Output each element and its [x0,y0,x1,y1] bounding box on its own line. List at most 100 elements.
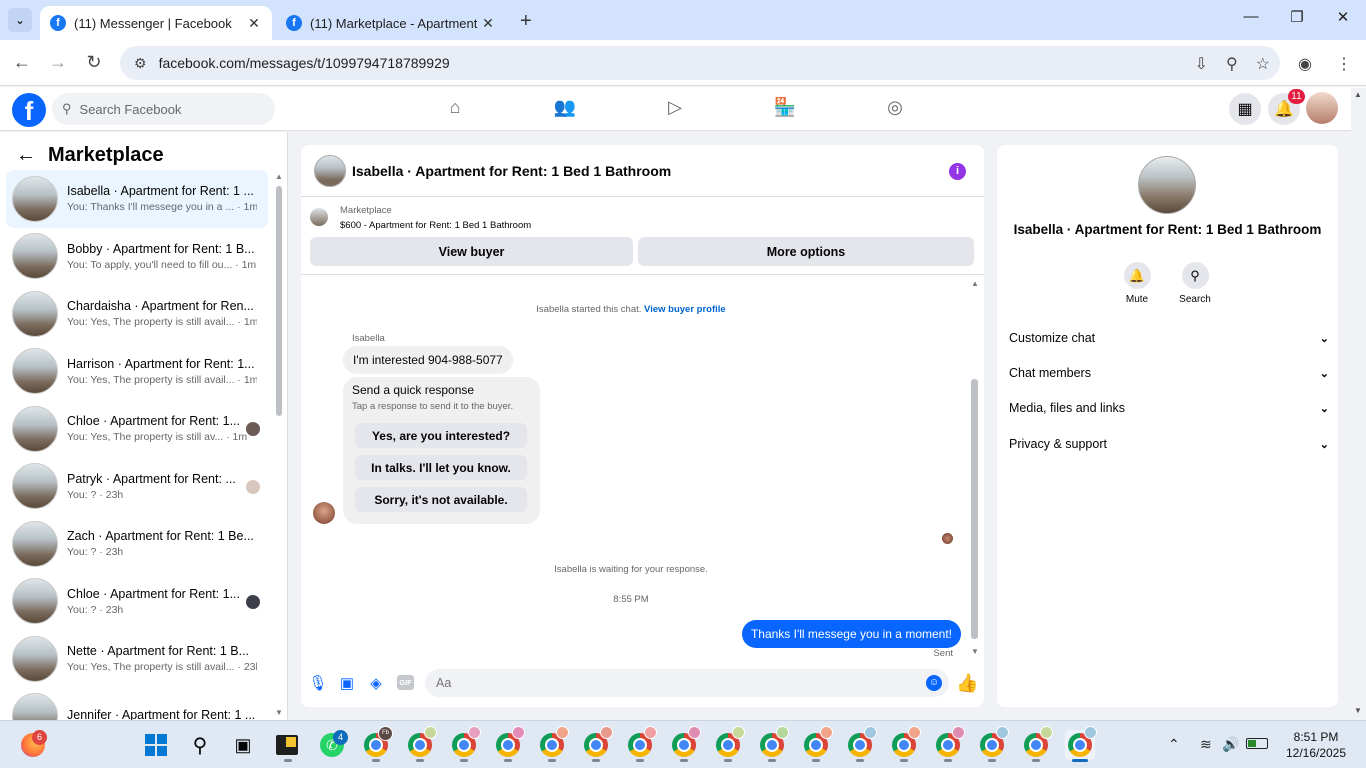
scroll-down-icon[interactable]: ▼ [971,647,979,656]
start-button[interactable] [141,730,171,760]
scroll-up-icon[interactable]: ▲ [1354,90,1362,99]
chrome-taskbar-icon[interactable] [889,726,921,760]
microphone-icon[interactable]: 🎙 [308,674,327,692]
back-arrow-icon[interactable]: ← [10,52,34,73]
chrome-taskbar-icon[interactable] [537,726,569,760]
tab-messenger[interactable]: f (11) Messenger | Facebook ✕ [40,6,272,40]
chrome-taskbar-icon[interactable] [977,726,1009,760]
outgoing-message[interactable]: Thanks I'll messege you in a moment! [741,620,961,648]
emoji-icon[interactable]: ☺ [926,675,942,691]
chrome-taskbar-icon[interactable] [405,726,437,760]
whatsapp-taskbar-icon[interactable]: ✆ 4 [317,730,348,760]
scroll-down-icon[interactable]: ▼ [1354,706,1362,715]
profile-icon[interactable]: ◉ [1298,54,1312,74]
tab-marketplace[interactable]: f (11) Marketplace - Apartment f ✕ [276,6,506,40]
volume-icon[interactable]: 🔊 [1222,736,1239,753]
show-hidden-icons-chevron-icon[interactable]: ⌃ [1168,736,1180,753]
restore-window-icon[interactable]: ❐ [1274,8,1320,26]
conversation-item[interactable]: Zach · Apartment for Rent: 1 Be... You: ?… [6,515,268,573]
more-options-button[interactable]: More options [638,237,974,266]
browser-menu-icon[interactable]: ⋮ [1336,54,1352,74]
media-files-links-section[interactable]: Media, files and links ⌄ [1009,397,1329,419]
incoming-message[interactable]: I'm interested 904-988-5077 [343,346,513,374]
chat-title[interactable]: Isabella · Apartment for Rent: 1 Bed 1 B… [352,163,671,179]
address-bar[interactable]: ⚙ facebook.com/messages/t/10997947187899… [120,46,1280,80]
task-view-icon[interactable]: ▣ [228,730,258,760]
conversation-item[interactable]: Nette · Apartment for Rent: 1 B... You: Y… [6,630,268,688]
chrome-taskbar-icon[interactable] [493,726,525,760]
firefox-taskbar-icon[interactable]: 6 [18,730,48,760]
groups-icon[interactable]: ◎ [880,97,910,118]
search-taskbar-icon[interactable]: ⚲ [185,730,215,760]
listing-title[interactable]: $600 - Apartment for Rent: 1 Bed 1 Bathr… [340,220,531,231]
battery-icon[interactable] [1246,736,1268,749]
bookmark-star-icon[interactable]: ☆ [1256,54,1270,74]
conversation-info-icon[interactable]: i [949,163,966,180]
photo-attach-icon[interactable]: ▣ [338,674,356,692]
marketplace-icon[interactable]: 🏪 [770,97,800,118]
facebook-logo-icon[interactable]: f [12,93,46,127]
file-explorer-icon[interactable] [272,730,302,760]
quick-response-button[interactable]: Yes, are you interested? [355,423,527,448]
site-info-icon[interactable]: ⚙ [134,55,147,72]
page-scrollbar[interactable]: ▲ ▼ [1351,88,1366,720]
customize-chat-section[interactable]: Customize chat ⌄ [1009,327,1329,349]
system-clock[interactable]: 8:51 PM 12/16/2025 [1276,729,1356,761]
sticker-icon[interactable]: ◈ [367,674,385,692]
chrome-taskbar-icon[interactable] [449,726,481,760]
scrollbar-thumb[interactable] [971,379,978,639]
minimize-window-icon[interactable]: — [1228,8,1274,25]
account-avatar[interactable] [1306,92,1338,124]
friends-icon[interactable]: 👥 [550,97,580,118]
privacy-support-section[interactable]: Privacy & support ⌄ [1009,433,1329,455]
video-icon[interactable]: ▷ [660,97,690,118]
search-in-chat-button[interactable]: ⚲ Search [1170,262,1220,305]
contact-avatar[interactable] [1138,156,1196,214]
chrome-taskbar-icon[interactable] [933,726,965,760]
chat-avatar[interactable] [314,154,346,187]
conversation-item[interactable]: Chloe · Apartment for Rent: 1... You: ? ·… [6,573,268,631]
forward-arrow-icon[interactable]: → [46,52,70,73]
chrome-taskbar-icon[interactable] [713,726,745,760]
back-arrow-icon[interactable]: ← [16,144,36,167]
sender-avatar[interactable] [313,502,335,524]
chrome-taskbar-icon-active[interactable] [1065,726,1097,760]
chrome-taskbar-icon[interactable] [845,726,877,760]
conversation-item[interactable]: Chardaisha · Apartment for Ren... You: Ye… [6,285,268,343]
conversation-item[interactable]: Harrison · Apartment for Rent: 1... You: … [6,343,268,401]
quick-response-button[interactable]: In talks. I'll let you know. [355,455,527,480]
conversation-item[interactable]: Isabella · Apartment for Rent: 1 ... You:… [6,170,268,228]
close-window-icon[interactable]: ✕ [1320,8,1366,26]
gif-icon[interactable]: GIF [397,675,414,690]
install-app-icon[interactable]: ⇩ [1195,54,1208,74]
close-tab-icon[interactable]: ✕ [480,15,496,32]
chrome-taskbar-icon[interactable] [801,726,833,760]
view-buyer-profile-link[interactable]: View buyer profile [644,304,726,315]
tab-search-dropdown-icon[interactable]: ⌄ [8,8,32,32]
scroll-up-icon[interactable]: ▲ [275,172,283,181]
conversation-item[interactable]: Patryk · Apartment for Rent: ... You: ? ·… [6,458,268,516]
reload-icon[interactable]: ↻ [82,52,106,73]
conversation-item[interactable]: Bobby · Apartment for Rent: 1 B... You: T… [6,228,268,286]
scrollbar-thumb[interactable] [276,186,282,416]
chrome-taskbar-icon[interactable]: Fb [361,726,393,760]
conversation-item[interactable]: Chloe · Apartment for Rent: 1... You: Yes… [6,400,268,458]
quick-response-button[interactable]: Sorry, it's not available. [355,487,527,512]
wifi-icon[interactable]: ≋ [1200,736,1212,753]
message-input[interactable] [425,669,949,697]
mute-button[interactable]: 🔔 Mute [1112,262,1162,305]
chrome-taskbar-icon[interactable] [1021,726,1053,760]
new-tab-button[interactable]: + [520,10,532,33]
menu-grid-icon[interactable]: ▦ [1229,93,1261,125]
thumbs-up-icon[interactable]: 👍 [956,673,978,694]
chrome-taskbar-icon[interactable] [581,726,613,760]
chrome-taskbar-icon[interactable] [757,726,789,760]
chat-members-section[interactable]: Chat members ⌄ [1009,362,1329,384]
chrome-taskbar-icon[interactable] [669,726,701,760]
zoom-icon[interactable]: ⚲ [1226,54,1238,74]
close-tab-icon[interactable]: ✕ [246,15,262,32]
chat-scrollbar[interactable]: ▲ ▼ [971,279,979,659]
scroll-up-icon[interactable]: ▲ [971,279,979,288]
facebook-search-input[interactable]: ⚲ Search Facebook [52,93,275,125]
home-icon[interactable]: ⌂ [440,97,470,118]
